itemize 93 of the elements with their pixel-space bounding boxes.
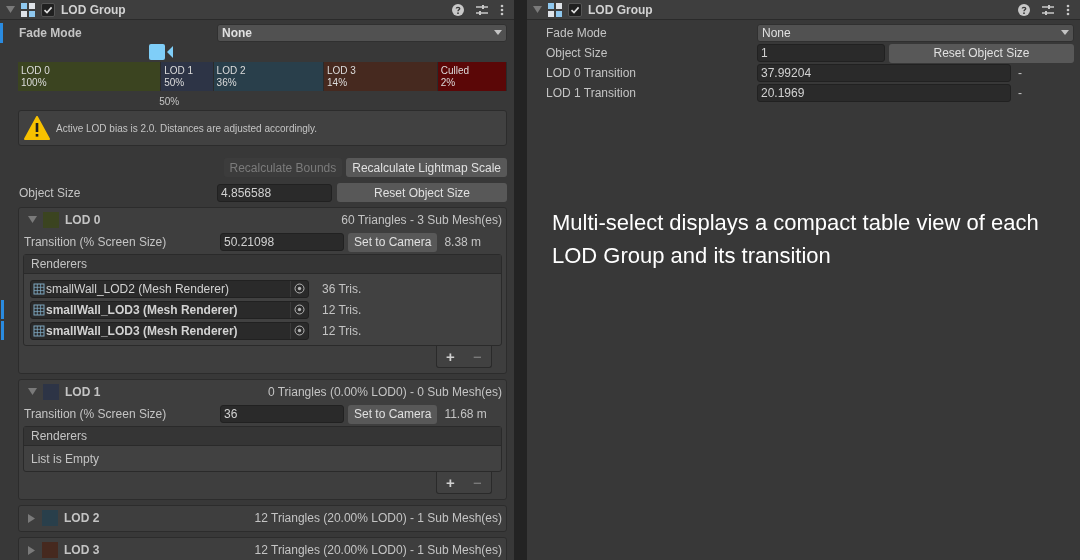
dropdown-arrow-icon <box>494 30 502 36</box>
segment-percent: 14% <box>327 77 349 89</box>
segment-percent: 50% <box>164 77 186 89</box>
dropdown-arrow-icon <box>1061 30 1069 36</box>
camera-icon[interactable] <box>149 44 174 60</box>
triangle-count: 12 Tris. <box>322 301 362 319</box>
lod-bar-segment[interactable]: LOD 3 14% <box>324 62 438 91</box>
segment-percent: 100% <box>21 77 48 89</box>
field-label: Fade Mode <box>546 25 608 42</box>
distance-label: - <box>1018 65 1022 82</box>
lod-title: LOD 3 <box>64 542 100 559</box>
set-to-camera-button[interactable]: Set to Camera <box>348 404 438 424</box>
list-header: Renderers <box>24 427 501 446</box>
distance-label: 8.38 m <box>444 234 482 251</box>
enable-checkbox[interactable] <box>568 2 582 17</box>
segment-name: LOD 2 <box>216 65 247 77</box>
object-field[interactable]: smallWall_LOD3 (Mesh Renderer) <box>30 300 309 319</box>
settings-sliders-icon[interactable] <box>476 3 488 16</box>
camera-percent-label: 50% <box>159 95 180 109</box>
object-picker-icon[interactable] <box>294 283 305 294</box>
component-title: LOD Group <box>61 1 126 19</box>
mesh-renderer-icon <box>33 282 45 295</box>
lod-summary: 0 Triangles (0.00% LOD0) - 0 Sub Mesh(es) <box>267 384 502 401</box>
list-header: Renderers <box>24 255 501 274</box>
reset-button[interactable]: Reset Object Size <box>889 43 1074 63</box>
field-label: Fade Mode <box>19 25 83 42</box>
number-field[interactable]: 37.99204 <box>757 64 1011 82</box>
component-icon <box>21 2 35 17</box>
number-field[interactable]: 1 <box>757 44 885 62</box>
lod-bar-segment[interactable]: Culled 2% <box>437 62 507 91</box>
set-to-camera-button[interactable]: Set to Camera <box>348 232 438 252</box>
foldout-arrow-icon[interactable] <box>28 216 37 224</box>
lod-title: LOD 2 <box>64 510 100 527</box>
object-field[interactable]: smallWall_LOD3 (Mesh Renderer) <box>30 321 309 340</box>
segment-name: LOD 3 <box>327 65 357 77</box>
object-picker-icon[interactable] <box>294 304 305 315</box>
more-menu-icon[interactable] <box>500 3 504 16</box>
warning-icon <box>24 116 50 140</box>
field-label: Transition (% Screen Size) <box>23 406 168 423</box>
field-label: Transition (% Screen Size) <box>23 234 168 251</box>
component-icon <box>548 2 562 17</box>
triangle-count: 12 Tris. <box>322 322 362 340</box>
number-field[interactable]: 20.1969 <box>757 84 1011 102</box>
foldout-arrow-icon[interactable] <box>28 545 36 555</box>
field-label: Object Size <box>19 184 82 202</box>
lod-bar-segment[interactable]: LOD 0 100% <box>18 62 162 91</box>
mesh-renderer-icon <box>33 324 45 337</box>
segment-percent: 2% <box>440 77 457 89</box>
mesh-renderer-icon <box>33 303 45 316</box>
component-title: LOD Group <box>588 1 653 19</box>
number-field[interactable]: 36 <box>220 405 344 423</box>
dropdown[interactable]: None <box>217 24 507 42</box>
help-icon[interactable] <box>1018 3 1030 16</box>
dropdown[interactable]: None <box>757 24 1074 42</box>
segment-name: Culled <box>440 65 471 77</box>
caption-text: Multi-select displays a compact table view of each LOD Group and its transition <box>552 209 1040 270</box>
add-button[interactable]: + <box>446 349 455 364</box>
triangle-count: 36 Tris. <box>322 280 362 298</box>
renderer-name: smallWall_LOD3 (Mesh Renderer) <box>46 301 239 319</box>
lod-title: LOD 1 <box>65 384 101 401</box>
renderer-name: smallWall_LOD2 (Mesh Renderer) <box>46 280 230 298</box>
lod-summary: 12 Triangles (20.00% LOD0) - 1 Sub Mesh(es) <box>254 510 502 527</box>
lod-summary: 60 Triangles - 3 Sub Mesh(es) <box>341 212 502 229</box>
enable-checkbox[interactable] <box>41 2 55 17</box>
distance-label: - <box>1018 85 1022 102</box>
lod-summary: 12 Triangles (20.00% LOD0) - 1 Sub Mesh(es) <box>254 542 502 559</box>
lod-bar-segment[interactable]: LOD 1 50% <box>161 62 214 91</box>
add-button[interactable]: + <box>446 475 455 490</box>
segment-name: LOD 0 <box>21 65 51 77</box>
segment-name: LOD 1 <box>164 65 195 77</box>
empty-list-label: List is Empty <box>30 450 100 467</box>
help-icon[interactable] <box>452 3 464 16</box>
warning-message: Active LOD bias is 2.0. Distances are adjusted accordingly. <box>56 121 318 136</box>
recalculate-button[interactable]: Recalculate Lightmap Scale <box>346 158 507 177</box>
number-field[interactable]: 4.856588 <box>217 183 332 202</box>
field-label: LOD 0 Transition <box>546 65 638 82</box>
settings-sliders-icon[interactable] <box>1042 3 1054 16</box>
foldout-arrow-icon[interactable] <box>28 513 36 523</box>
field-label: Object Size <box>546 45 609 62</box>
lod-title: LOD 0 <box>65 212 101 229</box>
foldout-arrow-icon[interactable] <box>533 5 542 14</box>
object-picker-icon[interactable] <box>294 325 305 336</box>
more-menu-icon[interactable] <box>1066 3 1070 16</box>
renderer-name: smallWall_LOD3 (Mesh Renderer) <box>46 322 239 340</box>
reset-button[interactable]: Reset Object Size <box>337 183 507 202</box>
number-field[interactable]: 50.21098 <box>220 233 344 251</box>
foldout-arrow-icon[interactable] <box>28 388 37 396</box>
field-label: LOD 1 Transition <box>546 85 638 102</box>
lod-bar-segment[interactable]: LOD 2 36% <box>213 62 324 91</box>
object-field[interactable]: smallWall_LOD2 (Mesh Renderer) <box>30 279 309 298</box>
distance-label: 11.68 m <box>444 406 487 423</box>
segment-percent: 36% <box>216 77 238 89</box>
foldout-arrow-icon[interactable] <box>6 5 15 14</box>
